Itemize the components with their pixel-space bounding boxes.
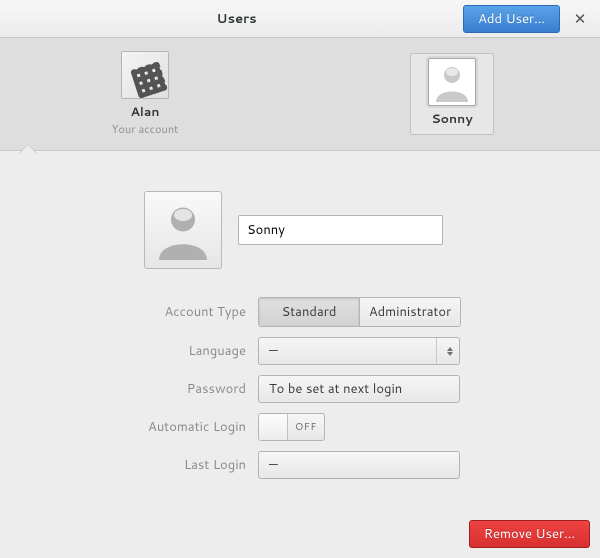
language-value: — [269,342,278,360]
user-silhouette-icon [153,200,213,260]
full-name-input[interactable] [238,215,443,245]
user-silhouette-icon [432,62,472,102]
user-editor: Account Type Standard Administrator Lang… [0,151,600,479]
titlebar: Users Add User... ✕ [0,0,600,38]
avatar [121,51,169,99]
user-card-alan[interactable]: Alan Your account [110,51,180,137]
switch-knob [259,414,288,440]
user-subtitle-label: Your account [112,121,179,137]
account-type-label: Account Type [30,303,258,321]
automatic-login-switch[interactable]: OFF [258,413,325,441]
password-value: To be set at next login [269,380,402,398]
account-type-standard[interactable]: Standard [259,298,359,326]
add-user-button[interactable]: Add User... [463,5,560,33]
user-name-label: Sonny [431,110,472,128]
user-photo-icon [122,51,168,99]
automatic-login-label: Automatic Login [30,418,258,436]
account-type-administrator[interactable]: Administrator [359,298,460,326]
password-label: Password [30,380,258,398]
window-title: Users [217,10,257,28]
close-button[interactable]: ✕ [566,5,594,33]
avatar-picker[interactable] [144,191,222,269]
last-login-button[interactable]: — [258,451,460,479]
user-strip: Alan Your account Sonny [0,38,600,151]
language-select[interactable]: — [258,337,460,365]
notch-indicator [18,145,38,155]
close-icon: ✕ [574,8,587,29]
switch-state-label: OFF [288,414,324,440]
remove-user-button[interactable]: Remove User... [469,520,590,548]
updown-icon [447,347,453,356]
user-card-sonny[interactable]: Sonny [410,53,494,135]
account-type-toggle[interactable]: Standard Administrator [258,297,461,327]
last-login-value: — [269,456,278,474]
avatar [428,58,476,106]
password-button[interactable]: To be set at next login [258,375,460,403]
user-name-label: Alan [130,103,159,121]
language-label: Language [30,342,258,360]
last-login-label: Last Login [30,456,258,474]
